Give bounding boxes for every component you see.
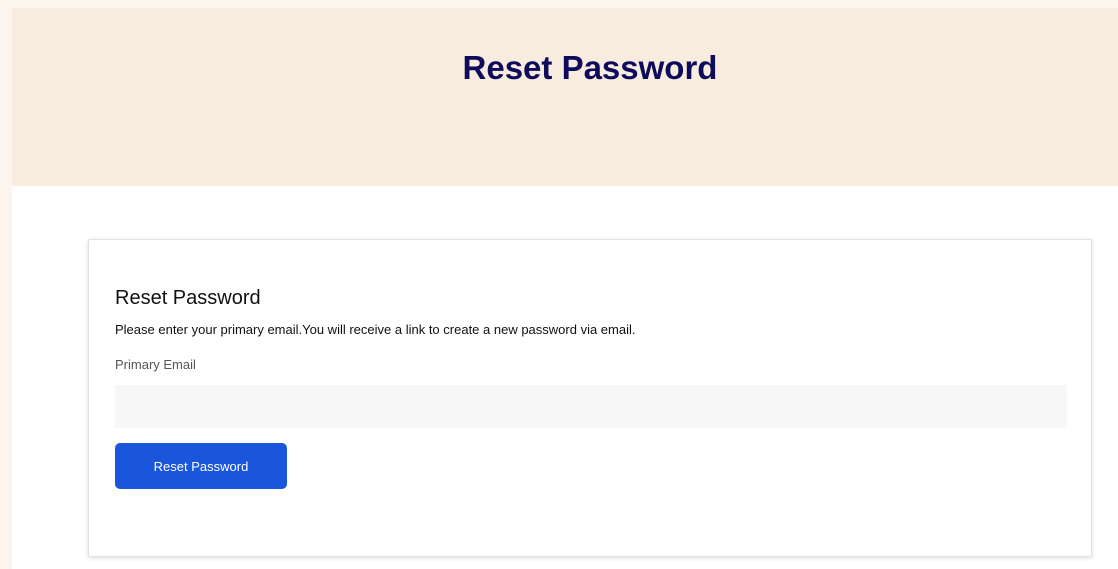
header-banner: Reset Password (12, 8, 1118, 186)
page: Reset Password Reset Password Please ent… (12, 8, 1118, 569)
email-label: Primary Email (115, 357, 196, 372)
reset-password-card: Reset Password Please enter your primary… (88, 239, 1092, 557)
form-title: Reset Password (115, 287, 261, 309)
form-description: Please enter your primary email.You will… (115, 322, 636, 337)
page-title: Reset Password (462, 49, 718, 86)
email-field[interactable] (115, 385, 1067, 428)
reset-password-button[interactable]: Reset Password (115, 443, 287, 489)
